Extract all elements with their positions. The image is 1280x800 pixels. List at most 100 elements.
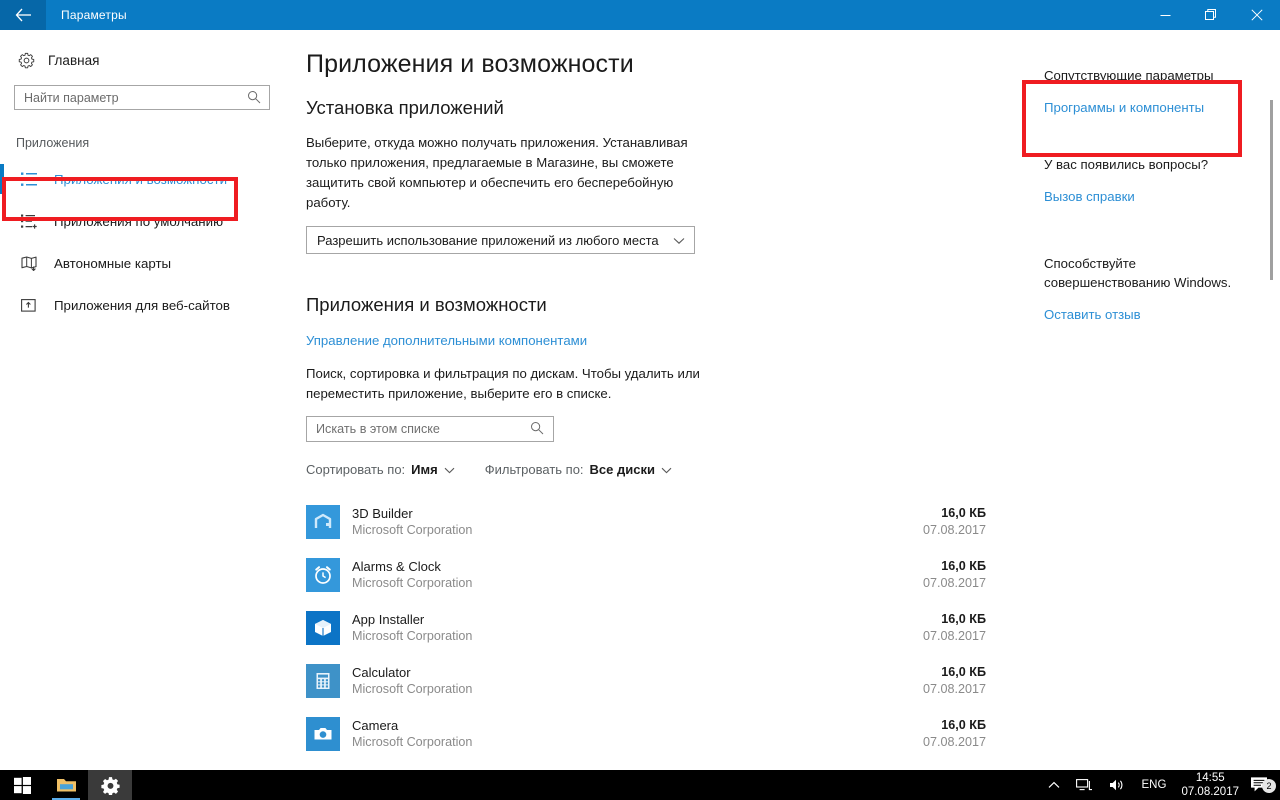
app-install-date: 07.08.2017 xyxy=(922,575,986,590)
app-size: 16,0 КБ xyxy=(941,558,986,573)
calculator-icon xyxy=(306,663,340,698)
filter-by-dropdown[interactable]: Фильтровать по: Все диски xyxy=(485,462,672,477)
app-name: Calculator xyxy=(352,664,411,680)
app-size: 16,0 КБ xyxy=(941,664,986,679)
maximize-restore-button[interactable] xyxy=(1188,0,1234,30)
app-installer-icon xyxy=(306,610,340,645)
improve-windows-block: Способствуйте совершенствованию Windows.… xyxy=(1044,254,1234,324)
manage-optional-features-link[interactable]: Управление дополнительными компонентами xyxy=(306,333,587,348)
questions-title: У вас появились вопросы? xyxy=(1044,157,1209,172)
app-list-item[interactable]: App Installer Microsoft Corporation 16,0… xyxy=(290,601,1010,654)
filter-by-value: Все диски xyxy=(589,462,655,477)
sidebar-item-apps-and-features[interactable]: Приложения и возможности xyxy=(0,158,290,200)
filter-by-label: Фильтровать по: xyxy=(484,462,584,477)
titlebar-spacer xyxy=(127,0,1142,30)
app-info: Calculator Microsoft Corporation xyxy=(352,664,923,698)
input-language-indicator[interactable]: ENG xyxy=(1133,779,1176,791)
alarm-clock-icon xyxy=(306,557,340,592)
back-button[interactable] xyxy=(0,0,46,30)
sort-by-dropdown[interactable]: Сортировать по: Имя xyxy=(306,462,455,477)
app-install-date: 07.08.2017 xyxy=(922,628,986,643)
sidebar-item-home[interactable]: Главная xyxy=(18,52,290,69)
programs-and-features-link[interactable]: Программы и компоненты xyxy=(1044,100,1204,115)
apps-websites-icon xyxy=(20,298,38,313)
minimize-button[interactable] xyxy=(1142,0,1188,30)
search-input[interactable] xyxy=(15,86,230,109)
sort-by-label: Сортировать по: xyxy=(306,462,406,477)
app-publisher: Microsoft Corporation xyxy=(352,734,473,749)
sidebar-item-label: Автономные карты xyxy=(54,255,172,271)
show-hidden-icons-chevron[interactable] xyxy=(1040,781,1068,789)
manage-optional-features-row: Управление дополнительными компонентами xyxy=(306,332,1010,350)
window-title: Параметры xyxy=(61,8,127,22)
action-center-button[interactable]: 2 xyxy=(1250,776,1280,794)
main-content: Приложения и возможности Установка прило… xyxy=(290,30,1010,770)
taskbar-spacer xyxy=(132,770,1040,800)
related-settings-title: Сопутствующие параметры xyxy=(1044,68,1214,83)
app-install-date: 07.08.2017 xyxy=(922,734,986,749)
sidebar-item-apps-for-websites[interactable]: Приложения для веб-сайтов xyxy=(0,284,290,326)
back-arrow-icon xyxy=(15,8,31,22)
start-button[interactable] xyxy=(0,770,44,800)
vertical-scrollbar[interactable] xyxy=(1263,30,1280,770)
app-meta: 16,0 КБ 07.08.2017 xyxy=(923,717,986,751)
network-icon[interactable] xyxy=(1068,778,1101,793)
page-title: Приложения и возможности xyxy=(306,50,634,78)
app-list-item[interactable]: 3D Builder Microsoft Corporation 16,0 КБ… xyxy=(290,495,1010,548)
app-info: App Installer Microsoft Corporation xyxy=(352,611,923,645)
close-icon xyxy=(1251,9,1263,21)
install-section-heading: Установка приложений xyxy=(306,97,504,118)
app-info: Alarms & Clock Microsoft Corporation xyxy=(352,558,923,592)
volume-icon[interactable] xyxy=(1101,778,1133,792)
settings-search-box[interactable] xyxy=(14,85,270,110)
sidebar-home-label: Главная xyxy=(48,53,100,68)
app-list-item[interactable]: Calculator Microsoft Corporation 16,0 КБ… xyxy=(290,654,1010,707)
taskbar-settings[interactable] xyxy=(88,770,132,800)
chevron-down-icon xyxy=(661,462,672,477)
install-section-description: Выберите, откуда можно получать приложен… xyxy=(306,135,688,210)
app-source-dropdown[interactable]: Разрешить использование приложений из лю… xyxy=(306,226,695,254)
app-publisher: Microsoft Corporation xyxy=(352,522,473,537)
scrollbar-thumb[interactable] xyxy=(1270,100,1273,280)
improve-windows-title: Способствуйте совершенствованию Windows. xyxy=(1044,256,1232,290)
sidebar-group-label: Приложения xyxy=(16,136,90,150)
app-size: 16,0 КБ xyxy=(941,717,986,732)
app-name: Camera xyxy=(352,717,399,733)
taskbar-file-explorer[interactable] xyxy=(44,770,88,800)
chevron-down-icon xyxy=(673,233,685,248)
close-button[interactable] xyxy=(1234,0,1280,30)
sort-by-value: Имя xyxy=(411,462,438,477)
gear-icon xyxy=(18,52,35,69)
list-filters: Сортировать по: Имя Фильтровать по: Все … xyxy=(306,462,1010,477)
app-meta: 16,0 КБ 07.08.2017 xyxy=(923,558,986,592)
app-list-item[interactable]: Alarms & Clock Microsoft Corporation 16,… xyxy=(290,548,1010,601)
taskbar: ENG 14:55 07.08.2017 2 xyxy=(0,770,1280,800)
app-list-item[interactable]: Camera Microsoft Corporation 16,0 КБ 07.… xyxy=(290,707,1010,760)
title-bar: Параметры xyxy=(0,0,1280,30)
sidebar-item-default-apps[interactable]: Приложения по умолчанию xyxy=(0,200,290,242)
app-list-item[interactable]: Feedback Hub Microsoft Corporation 16,0 … xyxy=(290,760,1010,770)
apps-section-heading: Приложения и возможности xyxy=(306,294,547,315)
app-list-search-input[interactable] xyxy=(307,417,515,441)
give-feedback-link[interactable]: Оставить отзыв xyxy=(1044,307,1141,322)
search-icon xyxy=(247,90,261,109)
app-list-search-box[interactable] xyxy=(306,416,554,442)
clock[interactable]: 14:55 07.08.2017 xyxy=(1175,771,1250,799)
file-explorer-icon xyxy=(56,779,76,792)
app-install-date: 07.08.2017 xyxy=(922,681,986,696)
app-install-date: 07.08.2017 xyxy=(922,522,986,537)
app-meta: 16,0 КБ 07.08.2017 xyxy=(923,611,986,645)
app-name: App Installer xyxy=(352,611,425,627)
app-publisher: Microsoft Corporation xyxy=(352,628,473,643)
settings-gear-icon xyxy=(100,776,120,795)
sidebar-item-offline-maps[interactable]: Автономные карты xyxy=(0,242,290,284)
app-info: Camera Microsoft Corporation xyxy=(352,717,923,751)
clock-date: 07.08.2017 xyxy=(1181,786,1239,798)
app-name: 3D Builder xyxy=(352,505,413,521)
app-publisher: Microsoft Corporation xyxy=(352,681,473,696)
related-settings-block: Сопутствующие параметры Программы и комп… xyxy=(1044,66,1260,117)
get-help-link[interactable]: Вызов справки xyxy=(1044,189,1135,204)
app-size: 16,0 КБ xyxy=(941,611,986,626)
apps-list-icon xyxy=(20,172,38,187)
restore-icon xyxy=(1205,9,1216,20)
